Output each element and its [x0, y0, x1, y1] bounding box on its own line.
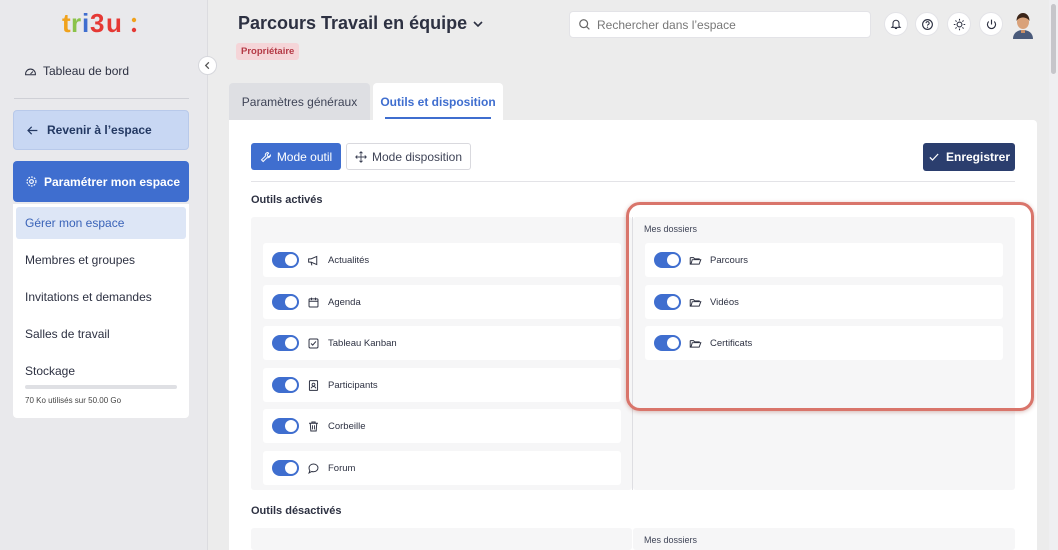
scrollbar-thumb[interactable]: [1051, 4, 1056, 74]
space-title-dropdown[interactable]: Parcours Travail en équipe: [238, 13, 485, 34]
tool-card-actualites[interactable]: Actualités: [263, 243, 621, 277]
tool-label: Agenda: [328, 296, 361, 308]
tribu-logo-mark: t r i 3 u: [62, 11, 137, 37]
sun-icon: [953, 18, 965, 30]
sidebar-item-storage[interactable]: Stockage: [25, 364, 75, 378]
move-arrows-icon: [355, 150, 367, 163]
toolbar-divider: [251, 181, 1015, 182]
sidebar-item-members[interactable]: Membres et groupes: [25, 253, 135, 267]
tribu-logo[interactable]: t r i 3 u: [62, 11, 142, 37]
help-circle-icon: [921, 18, 933, 30]
svg-text:t: t: [62, 11, 71, 37]
role-badge: Propriétaire: [236, 43, 300, 60]
calendar-icon: [308, 297, 319, 307]
sidebar-dashboard-link[interactable]: Tableau de bord: [24, 64, 129, 78]
logout-button[interactable]: [979, 12, 1003, 36]
svg-text:u: u: [106, 11, 121, 37]
search-input[interactable]: [597, 17, 857, 32]
tab-tools-layout[interactable]: Outils et disposition: [373, 83, 503, 120]
search-icon: [579, 19, 590, 30]
arrow-left-icon: [27, 125, 38, 135]
tool-card-participants[interactable]: Participants: [263, 368, 621, 402]
tool-card-corbeille[interactable]: Corbeille: [263, 409, 621, 443]
back-to-space-button[interactable]: Revenir à l’espace: [13, 110, 189, 150]
tab-general-settings-label: Paramètres généraux: [241, 94, 358, 109]
save-label: Enregistrer: [945, 150, 1011, 164]
layout-mode-button[interactable]: Mode disposition: [346, 143, 471, 170]
sidebar-item-invitations[interactable]: Invitations et demandes: [25, 290, 152, 304]
chevron-left-icon: [204, 61, 210, 70]
back-button-label: Revenir à l’espace: [47, 123, 152, 137]
help-button[interactable]: [915, 12, 939, 36]
storage-usage-text: 70 Ko utilisés sur 50.00 Go: [25, 396, 122, 405]
tool-card-kanban[interactable]: Tableau Kanban: [263, 326, 621, 360]
collapse-sidebar-button[interactable]: [198, 56, 217, 75]
folders-highlight-frame: [626, 202, 1034, 411]
check-icon: [929, 153, 939, 161]
user-avatar-image: [1013, 13, 1033, 39]
svg-text:i: i: [82, 11, 88, 37]
tool-label: Participants: [328, 379, 378, 391]
gear-icon: [26, 176, 37, 187]
svg-text:3: 3: [90, 11, 104, 37]
svg-text:r: r: [71, 11, 81, 37]
tool-label: Tableau Kanban: [328, 337, 397, 349]
save-button[interactable]: Enregistrer: [923, 143, 1015, 171]
sidebar-item-manage-space[interactable]: Gérer mon espace: [16, 207, 186, 239]
storage-progress-bar: [25, 385, 177, 389]
wrench-icon: [260, 151, 271, 162]
inactive-tools-heading: Outils désactivés: [251, 505, 342, 517]
sidebar: t r i 3 u Tableau de bord Revenir à l’es…: [0, 0, 208, 550]
inactive-folders-heading: Mes dossiers: [644, 535, 698, 545]
toggle-actualites[interactable]: [272, 252, 299, 268]
tool-mode-button[interactable]: Mode outil: [251, 143, 341, 170]
trash-icon: [309, 421, 318, 431]
configure-button-label: Paramétrer mon espace: [44, 174, 181, 189]
page-title: Parcours Travail en équipe: [238, 13, 468, 33]
megaphone-icon: [308, 255, 318, 265]
dashboard-label: Tableau de bord: [43, 64, 130, 78]
tool-label: Forum: [328, 462, 356, 474]
contact-icon: [308, 379, 319, 391]
toggle-forum[interactable]: [272, 460, 299, 476]
page-scrollbar[interactable]: [1049, 0, 1058, 550]
inactive-tools-zone: [251, 528, 632, 550]
search-box[interactable]: [569, 11, 871, 38]
layout-mode-label: Mode disposition: [371, 149, 463, 164]
power-icon: [986, 19, 996, 29]
checkbox-icon: [308, 338, 319, 348]
toggle-kanban[interactable]: [272, 335, 299, 351]
tab-tools-layout-label: Outils et disposition: [380, 94, 496, 109]
tool-mode-label: Mode outil: [276, 149, 333, 164]
settings-menu: Gérer mon espace Membres et groupes Invi…: [13, 204, 189, 418]
active-tools-heading: Outils activés: [251, 194, 323, 206]
notifications-button[interactable]: [884, 12, 908, 36]
chat-icon: [308, 463, 319, 474]
configure-space-button[interactable]: Paramétrer mon espace: [13, 161, 189, 202]
tab-general-settings[interactable]: Paramètres généraux: [229, 83, 370, 120]
tool-card-forum[interactable]: Forum: [263, 451, 621, 485]
tool-card-agenda[interactable]: Agenda: [263, 285, 621, 319]
chevron-down-icon: [473, 20, 483, 27]
bell-icon: [890, 19, 902, 30]
dashboard-gauge-icon: [25, 68, 36, 75]
tool-label: Corbeille: [328, 420, 366, 432]
user-avatar[interactable]: [1011, 11, 1035, 39]
active-tab-underline: [385, 117, 491, 119]
sidebar-item-workrooms[interactable]: Salles de travail: [25, 327, 110, 341]
theme-toggle-button[interactable]: [947, 12, 971, 36]
sidebar-divider: [14, 98, 189, 99]
tool-label: Actualités: [328, 254, 370, 266]
toggle-agenda[interactable]: [272, 294, 299, 310]
toggle-participants[interactable]: [272, 377, 299, 393]
toggle-corbeille[interactable]: [272, 418, 299, 434]
